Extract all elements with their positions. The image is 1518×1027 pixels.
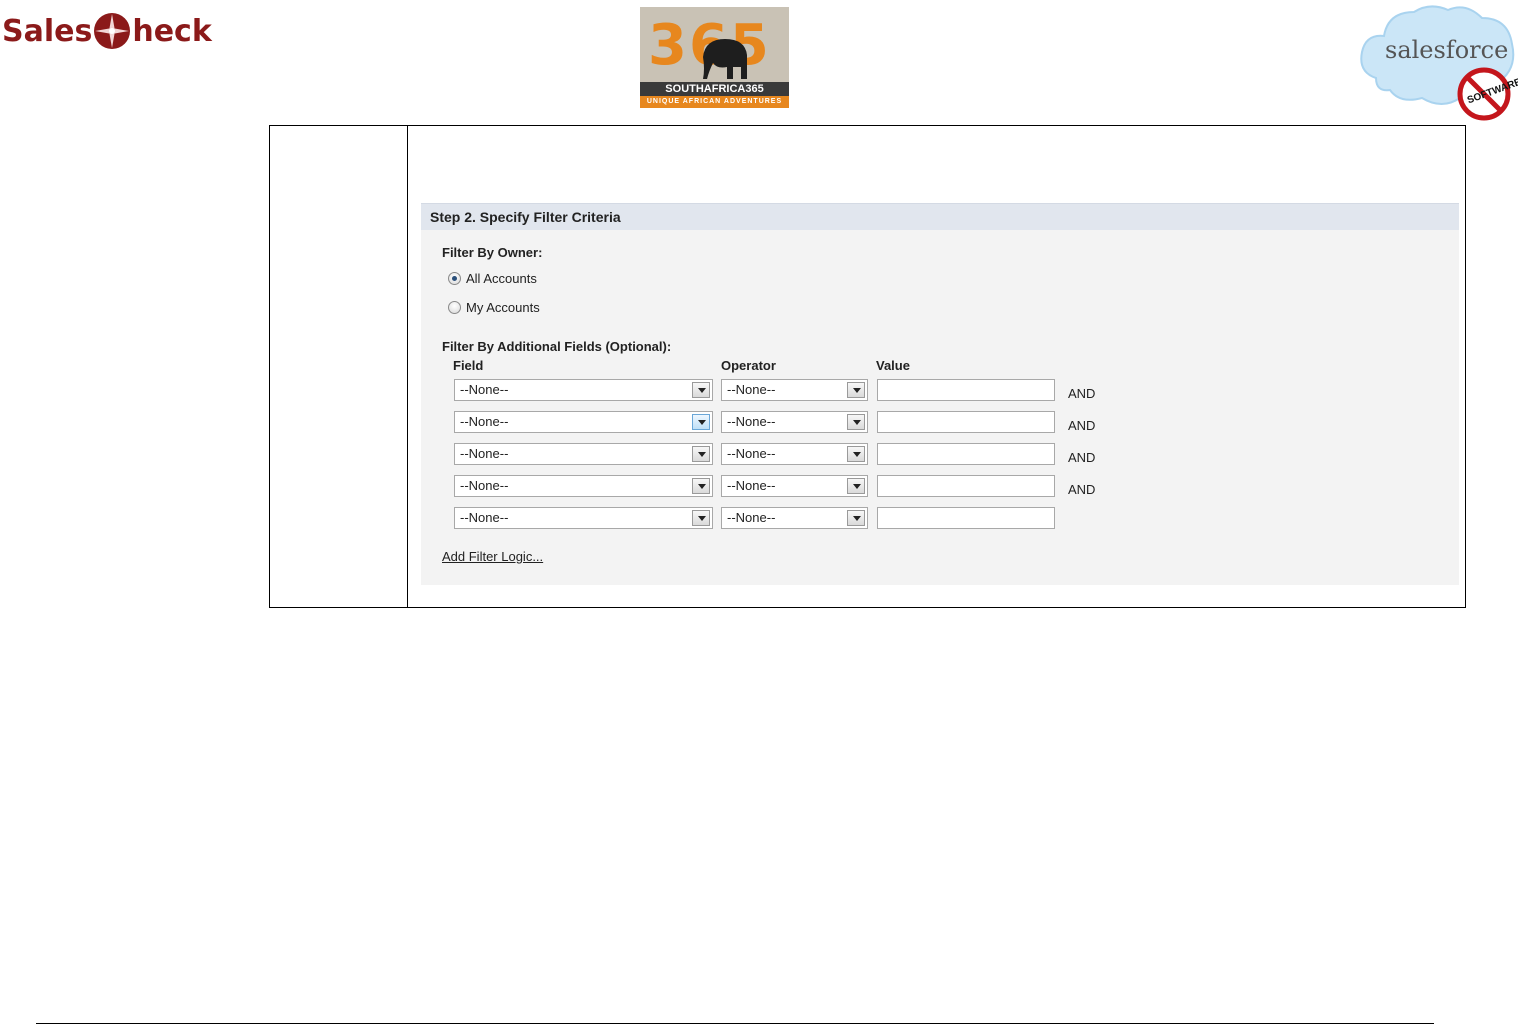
table-column-divider [407, 126, 408, 607]
salescheck-logo: Sales heck [2, 8, 212, 54]
radio-my-accounts[interactable]: My Accounts [448, 300, 540, 315]
chevron-down-icon[interactable] [692, 478, 710, 494]
salescheck-logo-text-2: heck [132, 13, 212, 49]
operator-select-value: --None-- [727, 446, 776, 461]
filter-by-owner-label: Filter By Owner: [442, 245, 543, 260]
chevron-down-icon[interactable] [847, 478, 865, 494]
field-select-2[interactable]: --None-- [454, 411, 713, 433]
and-label-3: AND [1068, 450, 1096, 465]
operator-select-value: --None-- [727, 414, 776, 429]
value-input-4[interactable] [877, 475, 1055, 497]
salescheck-logo-text-1: Sales [2, 13, 93, 49]
southafrica365-logo: 365 SOUTHAFRICA365 UNIQUE AFRICAN ADVENT… [640, 7, 789, 108]
field-select-value: --None-- [460, 510, 509, 525]
radio-label: All Accounts [466, 271, 537, 286]
add-filter-logic-link[interactable]: Add Filter Logic... [442, 549, 543, 564]
field-select-value: --None-- [460, 414, 509, 429]
chevron-down-icon[interactable] [692, 382, 710, 398]
compass-icon [94, 13, 131, 49]
value-input-1[interactable] [877, 379, 1055, 401]
chevron-down-icon[interactable] [847, 414, 865, 430]
radio-button[interactable] [448, 301, 461, 314]
elephant-icon [703, 39, 747, 79]
chevron-down-icon[interactable] [692, 414, 710, 430]
column-header-value: Value [876, 358, 910, 373]
operator-select-5[interactable]: --None-- [721, 507, 868, 529]
operator-select-value: --None-- [727, 382, 776, 397]
panel-title: Step 2. Specify Filter Criteria [421, 203, 1459, 230]
field-select-1[interactable]: --None-- [454, 379, 713, 401]
value-input-5[interactable] [877, 507, 1055, 529]
column-header-operator: Operator [721, 358, 776, 373]
operator-select-4[interactable]: --None-- [721, 475, 868, 497]
salesforce-logo: salesforce SOFTWARE [1356, 0, 1518, 125]
operator-select-2[interactable]: --None-- [721, 411, 868, 433]
field-select-value: --None-- [460, 446, 509, 461]
filter-additional-fields-label: Filter By Additional Fields (Optional): [442, 339, 672, 354]
radio-label: My Accounts [466, 300, 540, 315]
value-input-2[interactable] [877, 411, 1055, 433]
value-input-3[interactable] [877, 443, 1055, 465]
logo-365-name: SOUTHAFRICA365 [640, 82, 789, 96]
salesforce-logo-text: salesforce [1385, 36, 1509, 64]
chevron-down-icon[interactable] [692, 446, 710, 462]
chevron-down-icon[interactable] [692, 510, 710, 526]
and-label-4: AND [1068, 482, 1096, 497]
radio-all-accounts[interactable]: All Accounts [448, 271, 537, 286]
column-header-field: Field [453, 358, 484, 373]
field-select-4[interactable]: --None-- [454, 475, 713, 497]
operator-select-value: --None-- [727, 510, 776, 525]
field-select-value: --None-- [460, 478, 509, 493]
operator-select-3[interactable]: --None-- [721, 443, 868, 465]
operator-select-value: --None-- [727, 478, 776, 493]
operator-select-1[interactable]: --None-- [721, 379, 868, 401]
chevron-down-icon[interactable] [847, 382, 865, 398]
and-label-1: AND [1068, 386, 1096, 401]
radio-button-checked[interactable] [448, 272, 461, 285]
chevron-down-icon[interactable] [847, 446, 865, 462]
field-select-5[interactable]: --None-- [454, 507, 713, 529]
footer-divider [36, 1023, 1434, 1024]
logo-365-tagline: UNIQUE AFRICAN ADVENTURES [640, 96, 789, 108]
field-select-value: --None-- [460, 382, 509, 397]
and-label-2: AND [1068, 418, 1096, 433]
field-select-3[interactable]: --None-- [454, 443, 713, 465]
chevron-down-icon[interactable] [847, 510, 865, 526]
